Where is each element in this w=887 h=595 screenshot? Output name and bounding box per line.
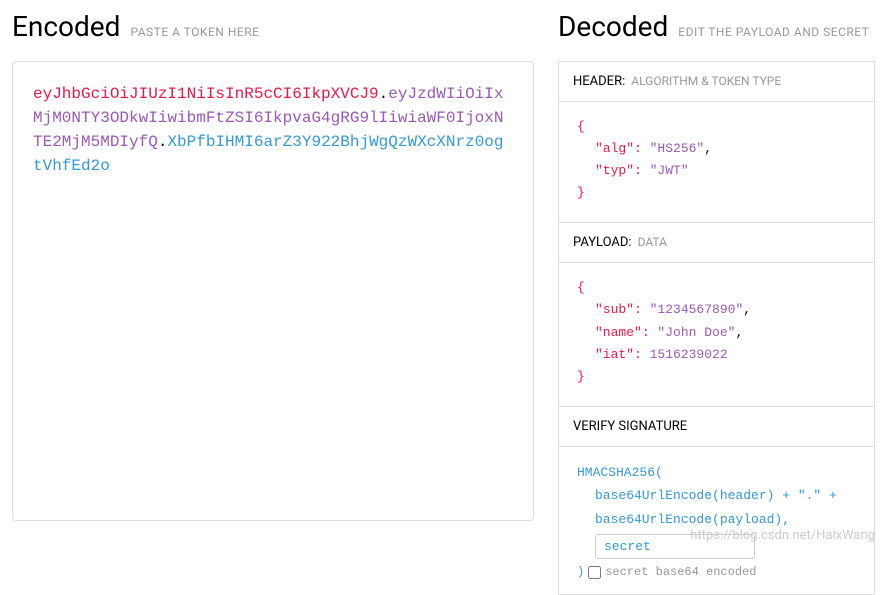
- json-val-typ: "JWT": [650, 163, 689, 178]
- json-key-sub: "sub": [595, 302, 634, 317]
- signature-body: HMACSHA256( base64UrlEncode(header) + ".…: [559, 446, 874, 594]
- signature-section: VERIFY SIGNATURE HMACSHA256( base64UrlEn…: [558, 407, 875, 595]
- base64-checkbox[interactable]: [588, 566, 601, 579]
- json-key-typ: "typ": [595, 163, 634, 178]
- header-json-body[interactable]: { "alg": "HS256", "typ": "JWT" }: [559, 101, 874, 222]
- sig-line-payload: base64UrlEncode(payload),: [577, 508, 856, 531]
- json-val-alg: "HS256": [650, 141, 705, 156]
- json-close-brace: }: [577, 185, 585, 200]
- json-open-brace: {: [577, 280, 585, 295]
- token-dot: .: [158, 133, 168, 151]
- payload-sublabel: DATA: [638, 235, 667, 249]
- json-val-sub: "1234567890": [650, 302, 744, 317]
- encoded-title-row: Encoded PASTE A TOKEN HERE: [12, 10, 534, 43]
- encoded-title: Encoded: [12, 10, 120, 43]
- header-section: HEADER: ALGORITHM & TOKEN TYPE { "alg": …: [558, 61, 875, 223]
- token-header-segment: eyJhbGciOiJIUzI1NiIsInR5cCI6IkpXVCJ9: [33, 85, 379, 103]
- payload-label: PAYLOAD:: [573, 235, 632, 250]
- signature-label: VERIFY SIGNATURE: [573, 419, 687, 434]
- encoded-token-box[interactable]: eyJhbGciOiJIUzI1NiIsInR5cCI6IkpXVCJ9.eyJ…: [12, 61, 534, 521]
- json-val-iat: 1516239022: [650, 347, 728, 362]
- payload-section: PAYLOAD: DATA { "sub": "1234567890", "na…: [558, 223, 875, 406]
- json-open-brace: {: [577, 119, 585, 134]
- json-close-brace: }: [577, 369, 585, 384]
- encoded-subtitle: PASTE A TOKEN HERE: [130, 25, 259, 39]
- json-key-name: "name": [595, 325, 642, 340]
- decoded-subtitle: EDIT THE PAYLOAD AND SECRET: [678, 25, 869, 39]
- sig-line-header: base64UrlEncode(header) + "." +: [577, 484, 856, 507]
- header-section-header: HEADER: ALGORITHM & TOKEN TYPE: [559, 62, 874, 101]
- decoded-panel: Decoded EDIT THE PAYLOAD AND SECRET HEAD…: [546, 0, 887, 551]
- header-sublabel: ALGORITHM & TOKEN TYPE: [631, 74, 781, 88]
- json-key-alg: "alg": [595, 141, 634, 156]
- sig-close-paren: ): [577, 562, 584, 584]
- json-val-name: "John Doe": [657, 325, 735, 340]
- decoded-title: Decoded: [558, 10, 668, 43]
- payload-json-body[interactable]: { "sub": "1234567890", "name": "John Doe…: [559, 262, 874, 405]
- secret-input[interactable]: [595, 534, 755, 559]
- signature-section-header: VERIFY SIGNATURE: [559, 407, 874, 446]
- base64-checkbox-label: secret base64 encoded: [605, 562, 756, 584]
- payload-section-header: PAYLOAD: DATA: [559, 223, 874, 262]
- decoded-title-row: Decoded EDIT THE PAYLOAD AND SECRET: [558, 10, 875, 43]
- header-label: HEADER:: [573, 74, 625, 89]
- sig-line-hmac: HMACSHA256(: [577, 461, 856, 484]
- encoded-panel: Encoded PASTE A TOKEN HERE eyJhbGciOiJIU…: [0, 0, 546, 551]
- json-key-iat: "iat": [595, 347, 634, 362]
- token-dot: .: [379, 85, 389, 103]
